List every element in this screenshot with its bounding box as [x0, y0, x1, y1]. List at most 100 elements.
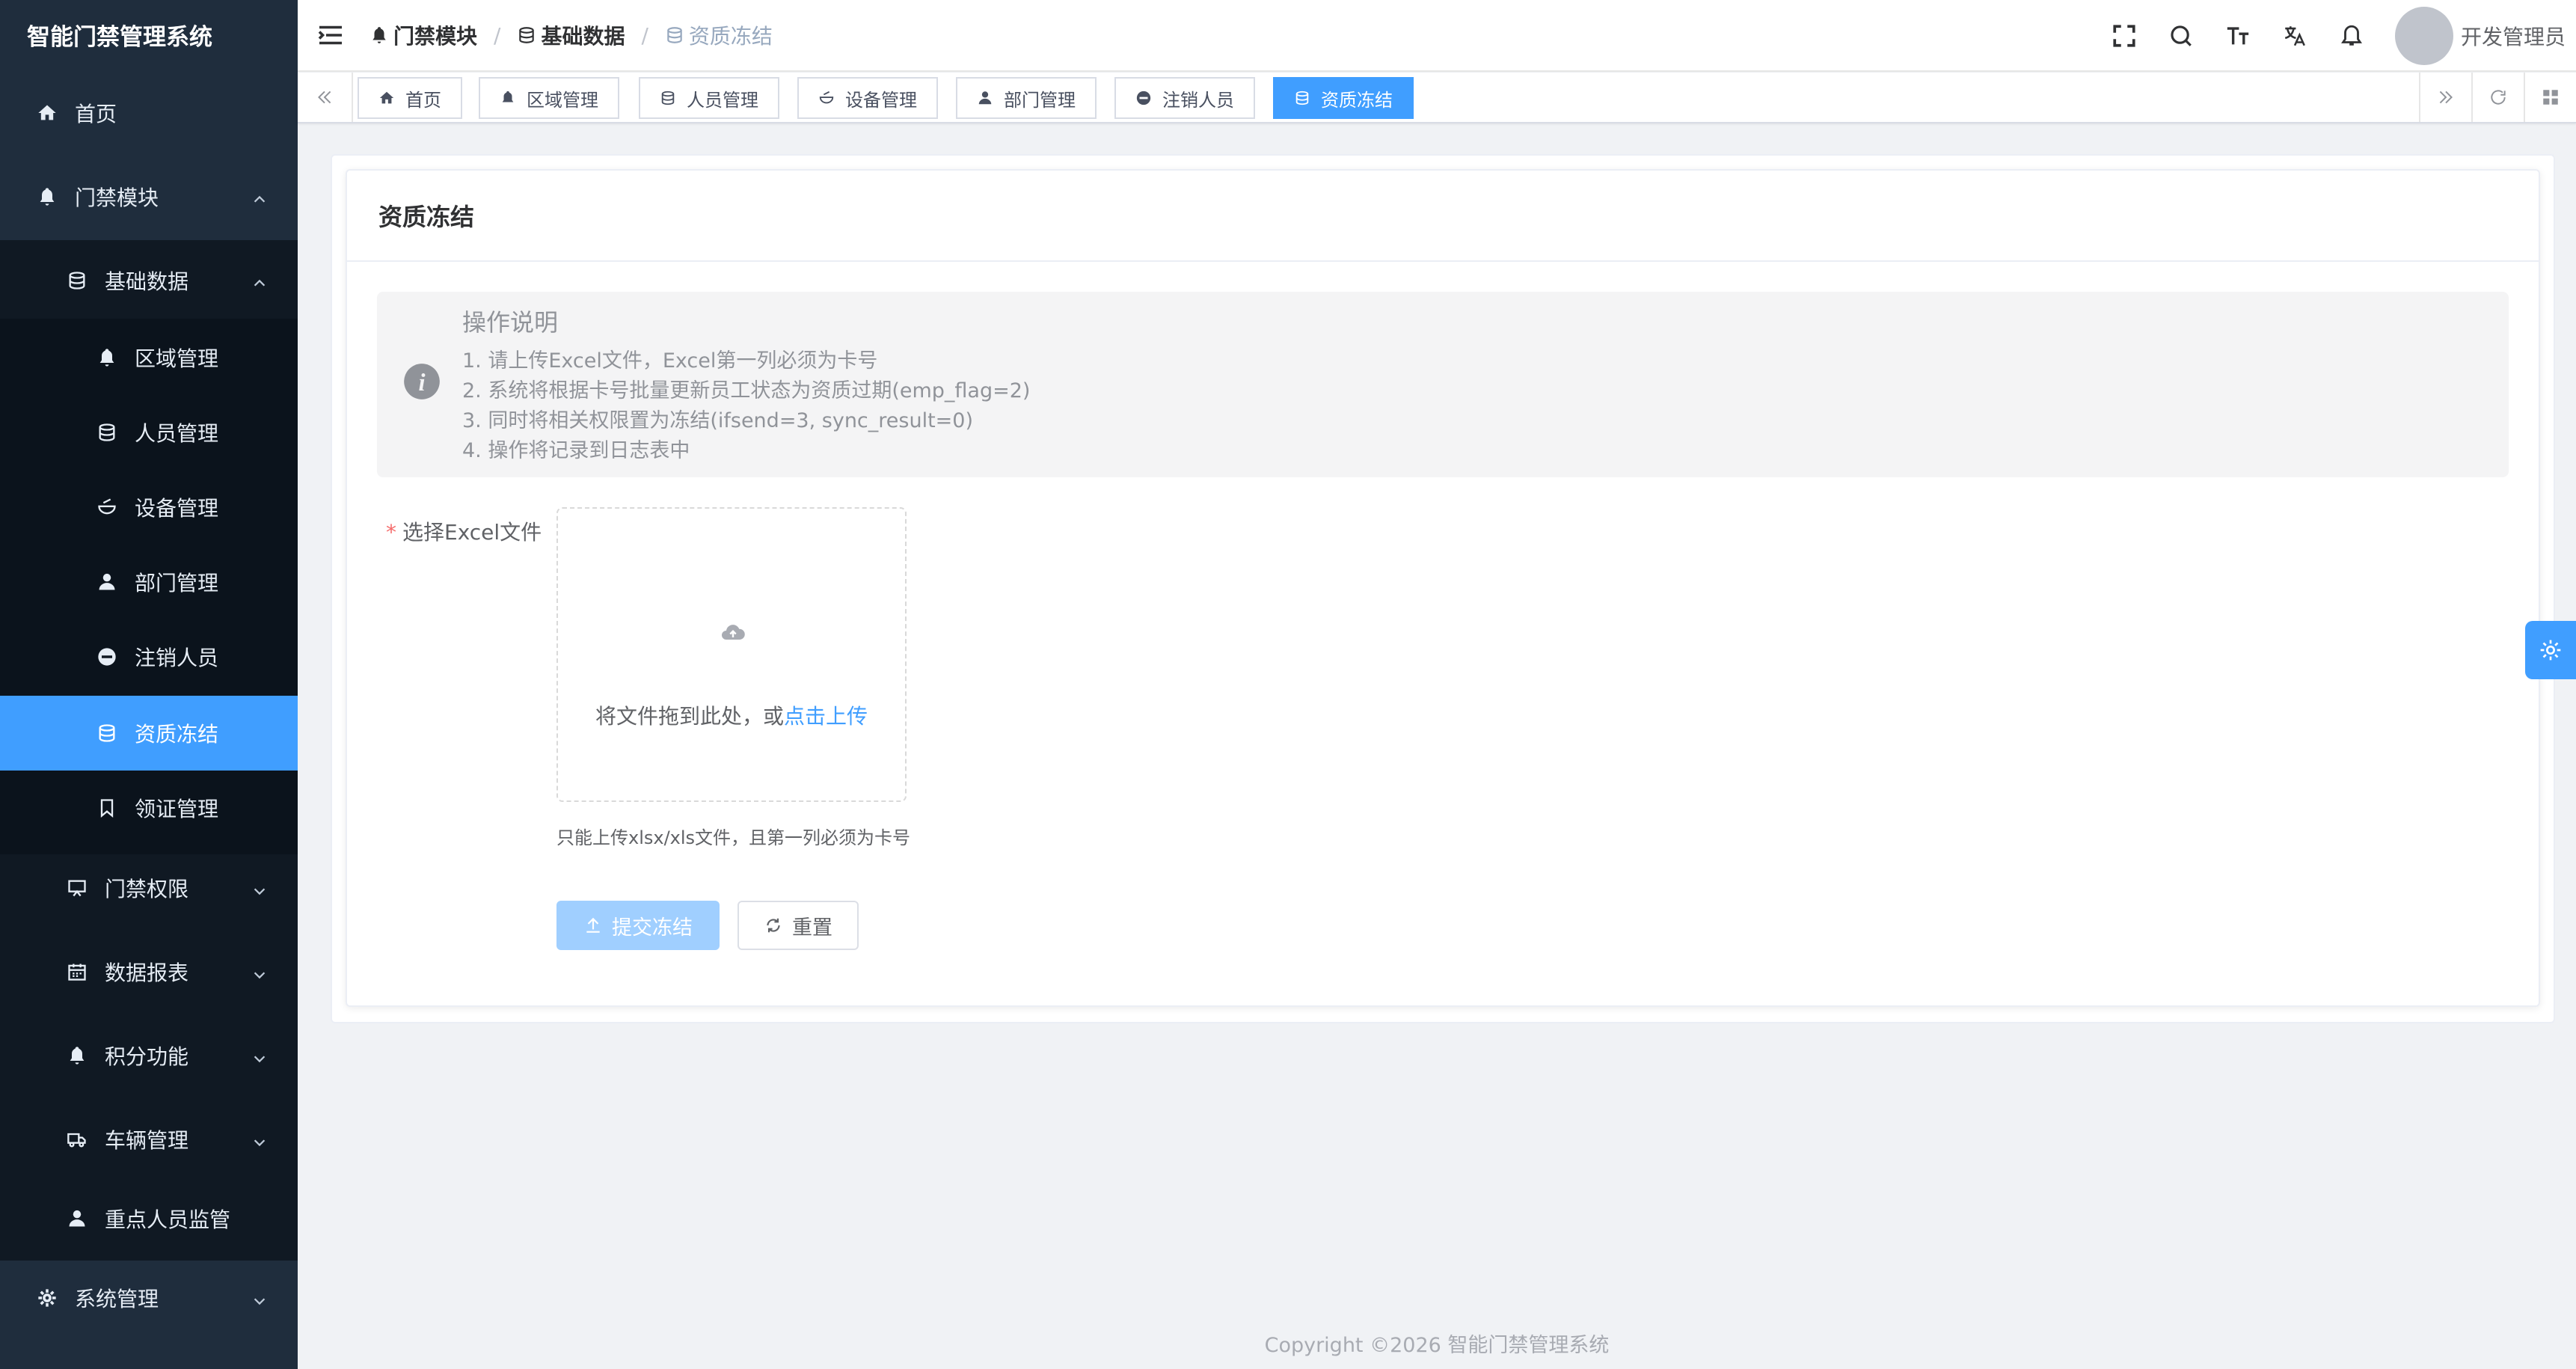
svg-text:i: i	[418, 370, 425, 396]
search-icon[interactable]	[2153, 0, 2209, 72]
sidebar-item-home[interactable]: 首页	[0, 73, 298, 153]
info-alert: i 操作说明 1. 请上传Excel文件，Excel第一列必须为卡号 2. 系统…	[377, 292, 2509, 477]
sidebar-item-label: 车辆管理	[105, 1128, 189, 1153]
breadcrumb: 门禁模块 / 基础数据 / 资质冻结	[369, 20, 773, 50]
upload-icon	[586, 917, 600, 933]
tag-people[interactable]: 人员管理	[639, 77, 779, 119]
sidebar-item-label: 注销人员	[135, 646, 219, 670]
sidebar-item-device[interactable]: 设备管理	[0, 470, 298, 545]
sidebar-item-access-module[interactable]: 门禁模块	[0, 157, 298, 236]
chevron-down-icon	[251, 964, 268, 980]
reset-button-label: 重置	[792, 916, 832, 940]
sidebar-item-people[interactable]: 人员管理	[0, 395, 298, 470]
sidebar: 智能门禁管理系统 首页 门禁模块 基础数据 区域管理 人员管理 设备管理 部门管…	[0, 0, 298, 1369]
user-icon	[96, 571, 118, 593]
hamburger-icon[interactable]	[317, 24, 344, 46]
sidebar-item-label: 门禁模块	[75, 186, 159, 210]
tag-label: 注销人员	[1162, 89, 1234, 111]
database-icon	[665, 25, 684, 45]
page-title: 资质冻结	[347, 171, 2539, 262]
submit-freeze-button[interactable]: 提交冻结	[556, 901, 720, 950]
grid-menu-icon[interactable]	[2524, 73, 2576, 122]
app-title: 智能门禁管理系统	[0, 0, 298, 69]
chevron-up-icon	[251, 189, 268, 205]
breadcrumb-item[interactable]: 基础数据	[541, 20, 625, 50]
bowl-icon	[96, 496, 118, 518]
sidebar-item-dept[interactable]: 部门管理	[0, 545, 298, 619]
tag-label: 资质冻结	[1321, 89, 1393, 111]
breadcrumb-item[interactable]: 门禁模块	[393, 20, 477, 50]
sidebar-item-cert[interactable]: 领证管理	[0, 771, 298, 845]
chevron-down-icon	[251, 1047, 268, 1064]
scroll-left-icon[interactable]	[298, 73, 353, 122]
refresh-icon	[767, 918, 780, 933]
tag-freeze[interactable]: 资质冻结	[1273, 77, 1414, 119]
scroll-right-icon[interactable]	[2419, 73, 2471, 122]
sidebar-item-label: 重点人员监管	[105, 1207, 231, 1232]
bell-icon	[66, 1044, 88, 1067]
tags-view: 首页 区域管理 人员管理 设备管理 部门管理 注销人员 资质冻结	[298, 73, 2576, 123]
refresh-icon[interactable]	[2471, 73, 2524, 122]
sidebar-item-vehicles[interactable]: 车辆管理	[0, 1100, 298, 1179]
sidebar-item-area[interactable]: 区域管理	[0, 320, 298, 395]
info-icon: i	[402, 362, 441, 401]
alert-line: 4. 操作将记录到日志表中	[462, 439, 690, 462]
tag-dept[interactable]: 部门管理	[956, 77, 1097, 119]
sidebar-item-reports[interactable]: 数据报表	[0, 932, 298, 1011]
tag-home[interactable]: 首页	[358, 77, 462, 119]
bell-icon	[500, 90, 516, 106]
tag-label: 设备管理	[845, 89, 917, 111]
sidebar-item-label: 资质冻结	[135, 722, 219, 747]
sidebar-item-access-rights[interactable]: 门禁权限	[0, 848, 298, 928]
sidebar-item-label: 设备管理	[135, 496, 219, 521]
file-field-label-text: 选择Excel文件	[402, 520, 542, 545]
top-header: 门禁模块 / 基础数据 / 资质冻结 开发管理员	[298, 0, 2576, 72]
database-icon	[96, 421, 118, 444]
bell-icon	[369, 25, 389, 45]
breadcrumb-separator: /	[641, 22, 648, 48]
sidebar-item-points[interactable]: 积分功能	[0, 1016, 298, 1095]
sidebar-item-label: 首页	[75, 102, 117, 126]
required-mark: *	[386, 520, 396, 545]
minus-circle-icon	[96, 646, 118, 668]
alert-line: 1. 请上传Excel文件，Excel第一列必须为卡号	[462, 349, 878, 373]
upload-dropzone[interactable]: 将文件拖到此处，或点击上传	[556, 507, 907, 802]
sidebar-item-label: 领证管理	[135, 797, 219, 821]
gear-icon	[36, 1287, 58, 1309]
upload-hint-text: 将文件拖到此处，或	[595, 704, 784, 729]
breadcrumb-separator: /	[494, 22, 501, 48]
avatar[interactable]	[2394, 7, 2453, 65]
sidebar-item-label: 积分功能	[105, 1044, 189, 1069]
breadcrumb-current: 资质冻结	[688, 24, 773, 49]
sidebar-item-cancel[interactable]: 注销人员	[0, 619, 298, 694]
username[interactable]: 开发管理员	[2461, 21, 2566, 51]
upload-cloud-icon	[720, 619, 746, 646]
settings-drawer-toggle[interactable]	[2525, 621, 2576, 679]
chevron-down-icon	[251, 1290, 268, 1306]
tag-label: 首页	[405, 89, 441, 111]
sidebar-item-label: 区域管理	[135, 346, 219, 371]
sidebar-item-label: 基础数据	[105, 269, 189, 294]
user-icon	[977, 90, 993, 106]
fullscreen-icon[interactable]	[2096, 0, 2153, 72]
submit-button-label: 提交冻结	[612, 916, 693, 940]
tag-area[interactable]: 区域管理	[479, 77, 619, 119]
header-actions: 开发管理员	[2096, 0, 2576, 72]
upload-click-link[interactable]: 点击上传	[784, 704, 868, 729]
bowl-icon	[818, 90, 835, 106]
bell-icon[interactable]	[2323, 0, 2380, 72]
tag-device[interactable]: 设备管理	[797, 77, 938, 119]
reset-button[interactable]: 重置	[737, 901, 859, 950]
sidebar-item-freeze[interactable]: 资质冻结	[0, 696, 298, 771]
tag-label: 人员管理	[687, 89, 758, 111]
sidebar-item-key-people[interactable]: 重点人员监管	[0, 1179, 298, 1258]
sidebar-item-system[interactable]: 系统管理	[0, 1258, 298, 1338]
sidebar-item-label: 人员管理	[135, 421, 219, 446]
translate-icon[interactable]	[2266, 0, 2323, 72]
tag-cancel[interactable]: 注销人员	[1114, 77, 1255, 119]
sidebar-item-basic-data[interactable]: 基础数据	[0, 241, 298, 320]
database-icon	[660, 90, 676, 106]
font-size-icon[interactable]	[2209, 0, 2266, 72]
upload-tip: 只能上传xlsx/xls文件，且第一列必须为卡号	[556, 827, 911, 848]
database-icon	[96, 722, 118, 744]
